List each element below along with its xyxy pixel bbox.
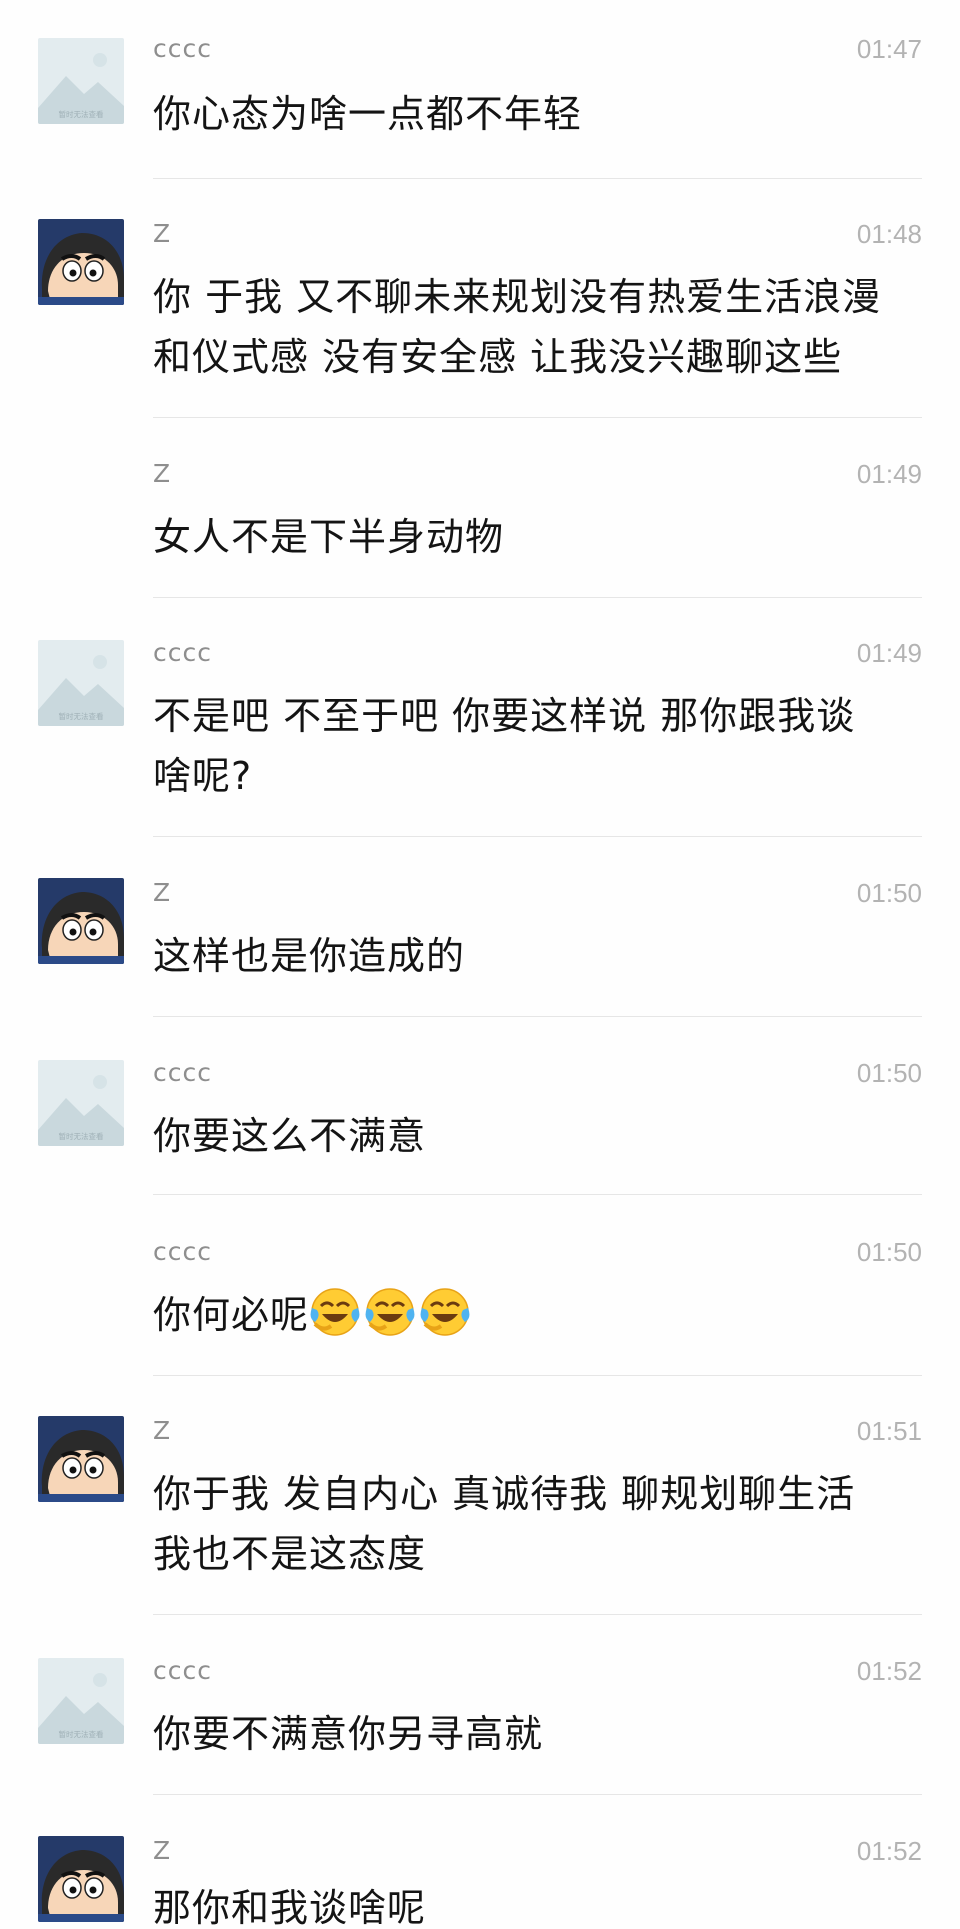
message-text-content: 你何必呢	[153, 1293, 310, 1337]
message-text: 女人不是下半身动物	[153, 515, 505, 559]
avatar-caption: 暂时无法查看	[59, 1131, 104, 1141]
divider	[153, 178, 922, 179]
divider	[153, 417, 922, 418]
message-text: 你于我 发自内心 真诚待我 聊规划聊生活 我也不是这态度	[153, 1472, 856, 1576]
placeholder-image-icon[interactable]: 暂时无法查看	[38, 640, 124, 726]
message-time: 01:49	[856, 638, 922, 668]
cartoon-boy-avatar[interactable]	[38, 1836, 124, 1922]
message-text: 那你和我谈啥呢	[153, 1886, 427, 1929]
message-text: 你何必呢	[153, 1285, 923, 1345]
chat-history-list[interactable]: 暂时无法查看 cccc 01:47 你心态为啥一点都不年轻 Z 01:48 你 …	[0, 0, 960, 1929]
laugh-cry-emoji	[419, 1286, 471, 1338]
message-text: 这样也是你造成的	[153, 934, 466, 978]
message-time: 01:49	[856, 459, 922, 489]
message-text: 你要不满意你另寻高就	[153, 1712, 544, 1756]
divider	[153, 1194, 922, 1195]
message-text: 你要这么不满意	[153, 1114, 427, 1158]
message-time: 01:50	[856, 1058, 922, 1088]
message-time: 01:47	[856, 34, 922, 64]
avatar-caption: 暂时无法查看	[59, 711, 104, 721]
avatar-caption: 暂时无法查看	[59, 1729, 104, 1739]
message-time: 01:50	[856, 878, 922, 908]
divider	[153, 836, 922, 837]
divider	[153, 597, 922, 598]
avatar-caption: 暂时无法查看	[59, 109, 104, 119]
divider	[153, 1794, 922, 1795]
divider	[153, 1375, 922, 1376]
message-text: 你心态为啥一点都不年轻	[153, 92, 583, 136]
placeholder-image-icon[interactable]: 暂时无法查看	[38, 1658, 124, 1744]
sender-name: Z	[153, 219, 172, 248]
message-time: 01:48	[856, 219, 922, 249]
laugh-cry-emoji	[309, 1286, 361, 1338]
cartoon-boy-avatar[interactable]	[38, 878, 124, 964]
cartoon-boy-avatar[interactable]	[38, 1416, 124, 1502]
placeholder-image-icon[interactable]: 暂时无法查看	[38, 38, 124, 124]
message-time: 01:52	[856, 1656, 922, 1686]
placeholder-image-icon[interactable]: 暂时无法查看	[38, 1060, 124, 1146]
message-time: 01:50	[856, 1237, 922, 1267]
sender-name: Z	[153, 878, 172, 907]
cartoon-boy-avatar[interactable]	[38, 219, 124, 305]
message-text: 你 于我 又不聊未来规划没有热爱生活浪漫 和仪式感 没有安全感 让我没兴趣聊这些	[153, 275, 882, 379]
sender-name: cccc	[153, 1237, 212, 1266]
laugh-cry-emoji	[364, 1286, 416, 1338]
sender-name: Z	[153, 1416, 172, 1445]
sender-name: Z	[153, 459, 172, 488]
message-time: 01:51	[856, 1416, 922, 1446]
divider	[153, 1016, 922, 1017]
sender-name: cccc	[153, 1656, 212, 1685]
sender-name: cccc	[153, 638, 212, 667]
divider	[153, 1614, 922, 1615]
sender-name: Z	[153, 1836, 172, 1865]
sender-name: cccc	[153, 1058, 212, 1087]
message-text: 不是吧 不至于吧 你要这样说 那你跟我谈 啥呢?	[153, 694, 856, 798]
sender-name: cccc	[153, 34, 212, 63]
message-time: 01:52	[856, 1836, 922, 1866]
